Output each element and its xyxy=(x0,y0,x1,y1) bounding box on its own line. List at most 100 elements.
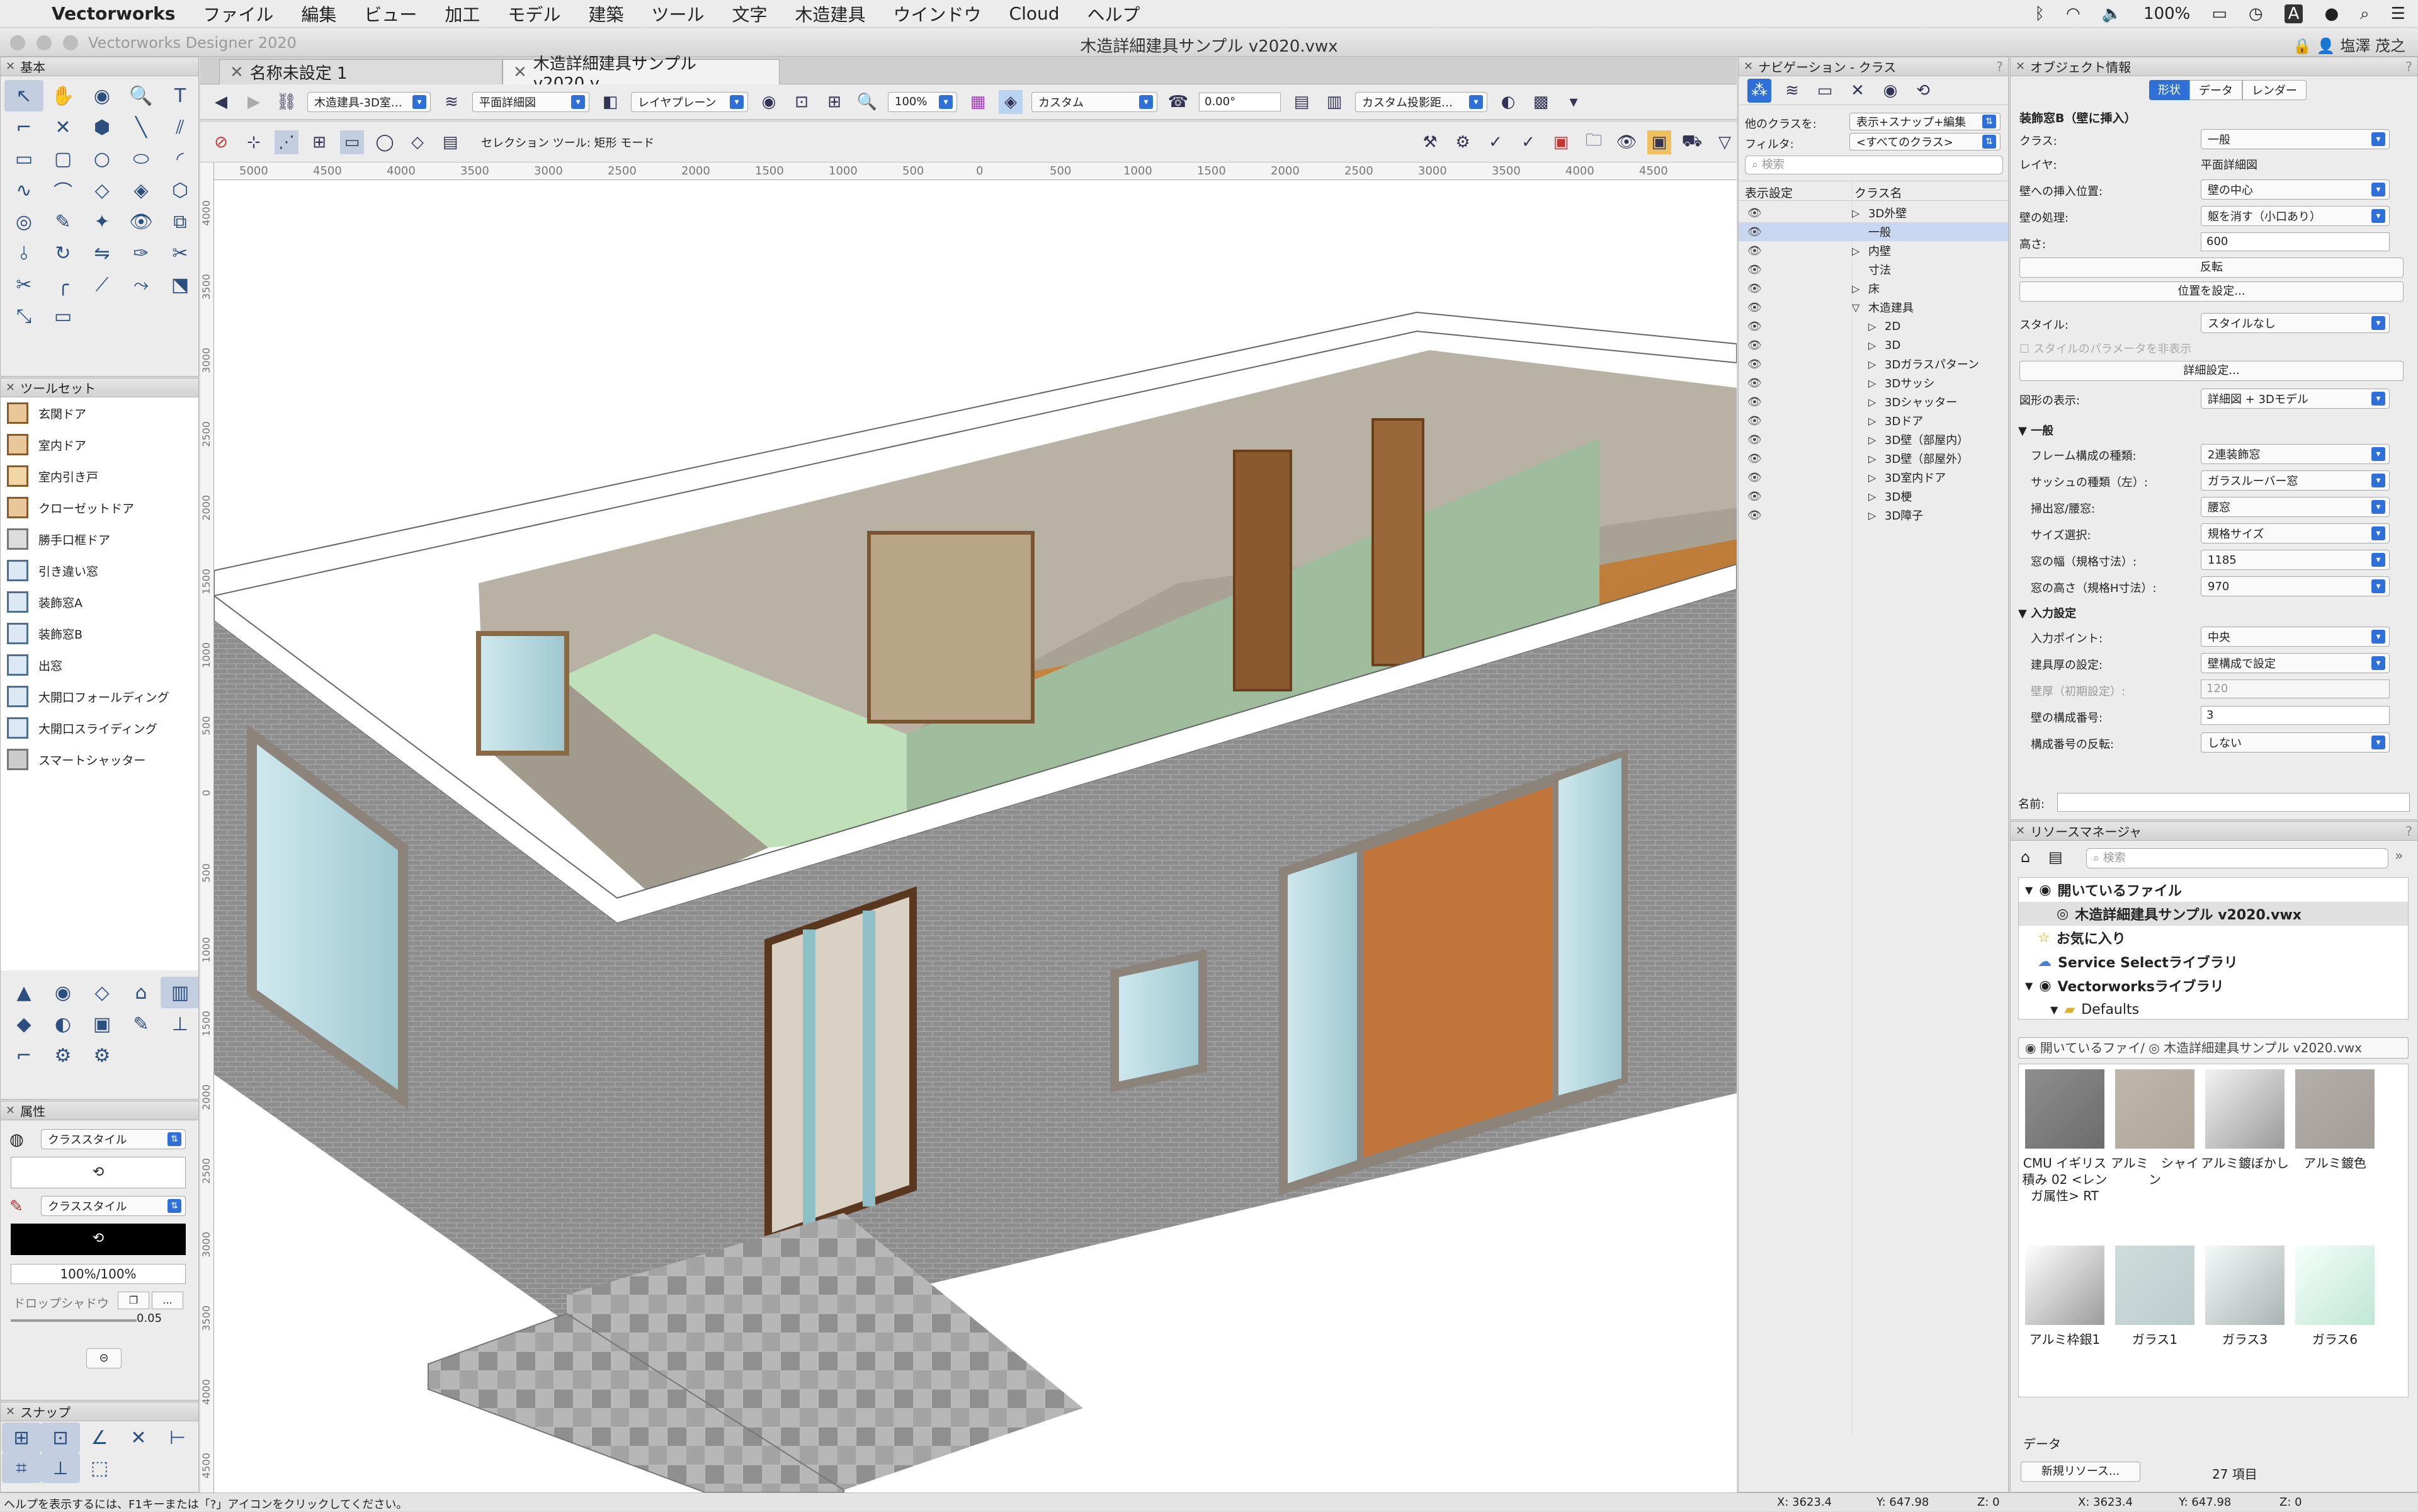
trim-tool-icon[interactable]: ✂ xyxy=(161,237,198,269)
disclosure-icon[interactable]: ▷ xyxy=(1868,396,1876,408)
disclosure-icon[interactable]: ▷ xyxy=(1868,358,1876,370)
zoom-tool-icon[interactable]: 🔍 xyxy=(122,80,161,111)
class-row[interactable]: 👁 寸法 xyxy=(1739,260,2008,279)
hide-style-checkbox[interactable]: ☐ スタイルのパラメータを非表示 xyxy=(2019,340,2191,356)
presentation-icon[interactable]: ⛟ xyxy=(1680,130,1704,154)
close-icon[interactable]: ✕ xyxy=(2016,824,2025,838)
preferences-icon[interactable]: ▤ xyxy=(438,130,462,154)
tree-current-file[interactable]: ◎ 木造詳細建具サンプル v2020.vwx xyxy=(2019,902,2408,926)
selection-tool-icon[interactable]: ↖ xyxy=(4,80,43,111)
line-weight-slider[interactable] xyxy=(11,1319,137,1322)
tape-tool-icon[interactable]: ▭ xyxy=(43,300,82,332)
close-icon[interactable]: ✕ xyxy=(6,1104,15,1117)
resource-thumbnail[interactable] xyxy=(2025,1246,2104,1325)
color-icon[interactable]: ▩ xyxy=(1529,90,1553,114)
wheight-value[interactable]: 970 ▾ xyxy=(2201,576,2390,596)
rectangle-mode-icon[interactable]: ▭ xyxy=(340,130,364,154)
stairs-icon[interactable]: ⌐ xyxy=(4,1040,43,1071)
disclosure-icon[interactable]: ▷ xyxy=(1868,339,1876,351)
view-icon[interactable]: ◉ xyxy=(757,90,781,114)
new-resource-button[interactable]: 新規リソース... xyxy=(2021,1462,2140,1482)
pen-style-dropdown[interactable]: クラススタイル ⇅ xyxy=(41,1196,186,1216)
layers-tab-icon[interactable]: ≋ xyxy=(1780,79,1804,103)
rounded-rect-tool-icon[interactable]: ▢ xyxy=(43,143,82,174)
close-icon[interactable]: ✕ xyxy=(6,381,15,394)
filter-dropdown[interactable]: <すべてのクラス> ⇅ xyxy=(1849,133,2001,151)
resource-thumbnail[interactable] xyxy=(2295,1069,2375,1149)
shapes-icon[interactable]: ◆ xyxy=(4,1008,43,1040)
light-icon[interactable]: ◐ xyxy=(43,1008,82,1040)
connect-tool-icon[interactable]: ⤡ xyxy=(4,300,43,332)
light-icon[interactable]: ◐ xyxy=(1496,90,1520,114)
machine-icon[interactable]: ⚙ xyxy=(43,1040,82,1071)
menu-file[interactable]: ファイル xyxy=(189,1,287,26)
comp-flip-value[interactable]: しない ▾ xyxy=(2201,732,2390,753)
eye-icon[interactable]: 👁 xyxy=(1747,225,1762,239)
toolset-item[interactable]: 装飾窓A xyxy=(1,586,198,618)
frame-value[interactable]: 2連装飾窓 ▾ xyxy=(2201,444,2390,464)
position-button[interactable]: 位置を設定... xyxy=(2019,281,2404,302)
selection-highlight-icon[interactable]: ▣ xyxy=(1549,130,1573,154)
user-name[interactable]: 🔒 👤 塩澤 茂之 xyxy=(2293,33,2405,55)
freehand-tool-icon[interactable]: ∿ xyxy=(4,174,43,206)
polyline-tool-icon[interactable]: ⌒ xyxy=(43,174,82,206)
eye-icon[interactable]: 👁 xyxy=(1747,207,1762,220)
disclosure-icon[interactable]: ▷ xyxy=(1868,434,1876,446)
tree-open-files[interactable]: ▼ ◉ 開いているファイル xyxy=(2025,878,2408,902)
class-row[interactable]: 👁 ▷ 3Dドア xyxy=(1739,411,2008,430)
opacity-field[interactable]: 100%/100% xyxy=(11,1264,186,1284)
magic-wand-tool-icon[interactable]: ✦ xyxy=(82,206,122,237)
snap-intersection-icon[interactable]: ✕ xyxy=(119,1423,158,1453)
fill-preview[interactable]: ⟲ xyxy=(11,1157,186,1188)
single-select-icon[interactable]: ⊹ xyxy=(242,130,266,154)
height-value[interactable]: 600 xyxy=(2201,232,2390,251)
snap-tangent-icon[interactable]: ⌗ xyxy=(2,1453,41,1483)
landscape-icon[interactable]: ▲ xyxy=(4,977,43,1008)
clip-tool-icon[interactable]: ⧉ xyxy=(161,206,198,237)
comp-no-value[interactable]: 3 xyxy=(2201,706,2390,725)
snap-distance-icon[interactable]: ⊢ xyxy=(158,1423,197,1453)
angle-icon[interactable]: ☎ xyxy=(1166,90,1190,114)
flyover-tool-icon[interactable]: ◉ xyxy=(82,80,122,111)
forward-arrow-icon[interactable]: ▶ xyxy=(242,90,266,114)
toolset-item[interactable]: 大開口フォールディング xyxy=(1,681,198,712)
offset-tool-icon[interactable]: ⤳ xyxy=(122,269,161,300)
layer-dropdown[interactable]: 木造建具-3D室… ▾ xyxy=(307,91,431,112)
snap-working-plane-icon[interactable]: ⟂ xyxy=(41,1453,80,1483)
wand-icon[interactable]: ⚒ xyxy=(1418,130,1442,154)
window-type-value[interactable]: 腰窓 ▾ xyxy=(2201,497,2390,517)
disclosure-icon[interactable]: ▷ xyxy=(1868,509,1876,521)
disclosure-icon[interactable]: ▷ xyxy=(1868,472,1876,484)
class-row[interactable]: 👁 ▷ 3D壁（部屋外） xyxy=(1739,449,2008,468)
eye-settings-icon[interactable]: 👁 xyxy=(1615,130,1638,154)
name-input[interactable] xyxy=(2057,793,2410,812)
magnifier-icon[interactable]: 🔍 xyxy=(855,90,879,114)
viewports-tab-icon[interactable]: ✕ xyxy=(1846,79,1870,103)
eye-icon[interactable]: 👁 xyxy=(1747,263,1762,276)
resource-thumbnail[interactable] xyxy=(2295,1246,2375,1325)
collapse-icon[interactable]: ▼ xyxy=(2018,424,2031,438)
class-row[interactable]: 👁 ▷ 3Dガラスパターン xyxy=(1739,355,2008,373)
class-row[interactable]: 👁 ▷ 内壁 xyxy=(1739,241,2008,260)
gear-icon[interactable]: ⚙ xyxy=(82,1040,122,1071)
window-highlight-icon[interactable]: ▣ xyxy=(1647,130,1671,154)
gear-icon[interactable]: ⚙ xyxy=(1451,130,1475,154)
toolset-item[interactable]: 大開口スライディング xyxy=(1,712,198,744)
section-text[interactable]: ▼ 文字の表示設定 xyxy=(2018,761,2110,763)
class-row[interactable]: 👁 ▷ 3D外壁 xyxy=(1739,203,2008,222)
grid-icon[interactable]: ▦ xyxy=(966,90,990,114)
bluetooth-icon[interactable]: ᛒ xyxy=(2035,4,2045,23)
scissors-tool-icon[interactable]: ✂ xyxy=(4,269,43,300)
folder-icon[interactable]: 🗀 xyxy=(1582,130,1606,154)
layer-icon[interactable]: ⛓ xyxy=(275,90,298,114)
close-icon[interactable]: ✕ xyxy=(2016,60,2025,73)
eye-icon[interactable]: 👁 xyxy=(1747,414,1762,428)
globe-icon[interactable]: ◉ xyxy=(43,977,82,1008)
tab-shape[interactable]: 形状 xyxy=(2149,80,2189,100)
disclosure-icon[interactable]: ▷ xyxy=(1868,491,1876,503)
sheet-layers-tab-icon[interactable]: ▭ xyxy=(1813,79,1837,103)
eye-icon[interactable]: 👁 xyxy=(1747,244,1762,258)
toolset-item[interactable]: 出窓 xyxy=(1,649,198,681)
menu-edit[interactable]: 編集 xyxy=(287,1,350,26)
multi-select-icon[interactable]: ⋰ xyxy=(275,130,298,154)
